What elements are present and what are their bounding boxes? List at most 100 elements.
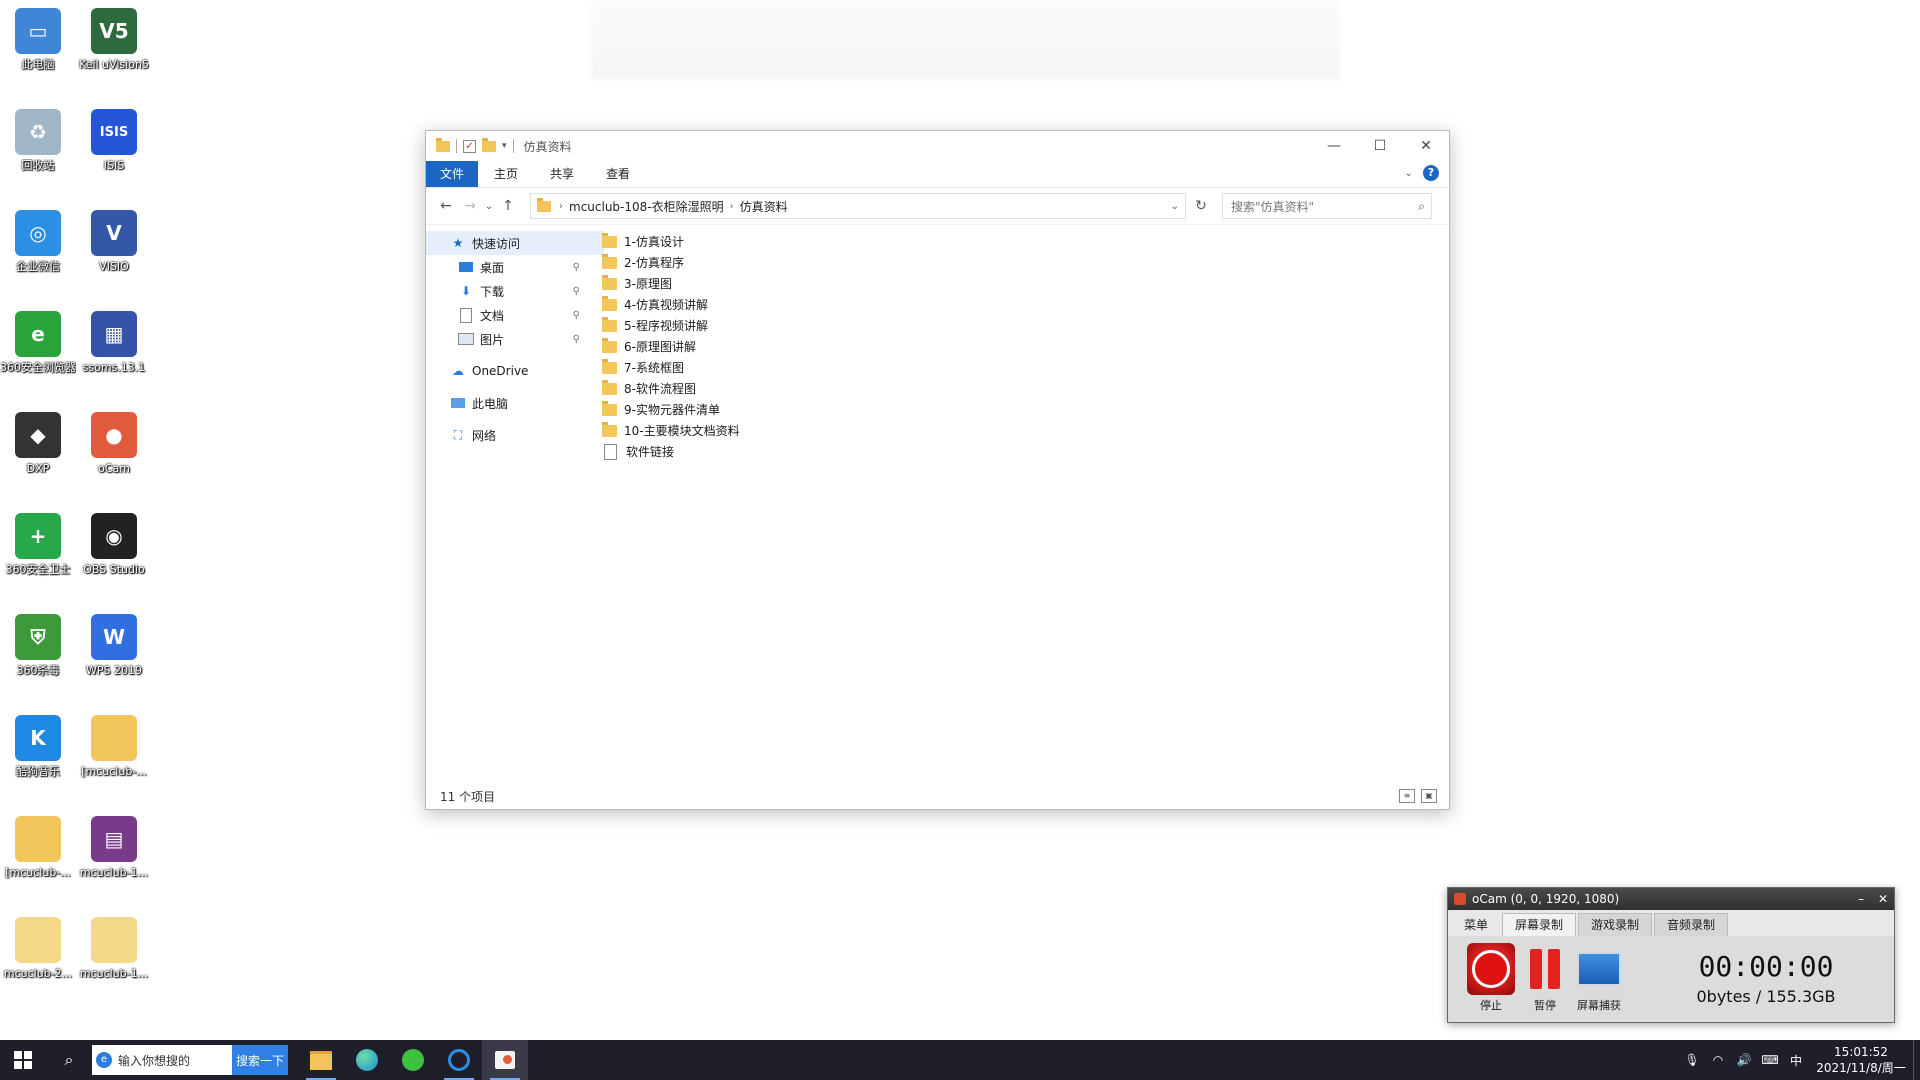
desktop-icon[interactable]: ▦ ssoms.13.1 <box>76 307 152 403</box>
nav-this-pc[interactable]: 此电脑 <box>426 391 586 415</box>
chevron-right-icon[interactable]: › <box>559 201 563 212</box>
nav-quick-access[interactable]: ★ 快速访问 <box>426 231 604 255</box>
file-row[interactable]: 1-仿真设计 <box>602 231 1449 252</box>
ocam-window[interactable]: oCam (0, 0, 1920, 1080) – ✕ 菜单 屏幕录制 游戏录制… <box>1447 887 1895 1023</box>
breadcrumb-current[interactable]: 仿真资料 <box>740 198 788 215</box>
close-button[interactable]: ✕ <box>1403 131 1449 161</box>
properties-icon[interactable]: ✓ <box>463 139 476 153</box>
nav-network[interactable]: ⛶ 网络 <box>426 423 586 447</box>
breadcrumb-parent[interactable]: mcuclub-108-衣柜除湿照明 <box>569 198 724 215</box>
pin-icon[interactable]: ⚲ <box>573 334 580 345</box>
desktop-icon[interactable]: mcuclub-2... <box>0 913 76 1009</box>
desktop-icon[interactable]: ⛨ 360杀毒 <box>0 610 76 706</box>
search-input[interactable]: 搜索"仿真资料" ⌕ <box>1222 193 1432 219</box>
tab-home[interactable]: 主页 <box>478 161 534 187</box>
pause-button[interactable]: 暂停 <box>1518 943 1572 1013</box>
file-row[interactable]: 10-主要模块文档资料 <box>602 420 1449 441</box>
nav-desktop[interactable]: 桌面 ⚲ <box>426 255 586 279</box>
refresh-icon[interactable]: ↻ <box>1186 198 1216 214</box>
ocam-taskbar-icon[interactable] <box>482 1040 528 1080</box>
desktop-icon[interactable]: ▤ mcuclub-1... <box>76 812 152 908</box>
maximize-button[interactable]: ☐ <box>1357 131 1403 161</box>
desktop-icon[interactable]: ▭ 此电脑 <box>0 4 76 100</box>
desktop-icon[interactable]: e 360安全浏览器 <box>0 307 76 403</box>
details-view-icon[interactable]: ≡ <box>1399 789 1415 803</box>
nav-documents[interactable]: 文档 ⚲ <box>426 303 586 327</box>
screen-capture-button[interactable]: 屏幕捕获 <box>1572 943 1626 1013</box>
desktop-icon[interactable]: ◆ DXP <box>0 408 76 504</box>
desktop-icon[interactable]: ISIS ISIS <box>76 105 152 201</box>
pin-icon[interactable]: ⚲ <box>573 310 580 321</box>
help-icon[interactable]: ? <box>1423 165 1439 181</box>
title-bar[interactable]: ✓ ▾ 仿真资料 — ☐ ✕ <box>426 131 1449 161</box>
taskbar-search-input[interactable]: e 输入你想搜的 <box>92 1045 232 1075</box>
tab-file[interactable]: 文件 <box>426 161 479 187</box>
tab-menu[interactable]: 菜单 <box>1452 914 1500 936</box>
new-folder-icon[interactable] <box>482 137 496 152</box>
address-bar[interactable]: › mcuclub-108-衣柜除湿照明 › 仿真资料 ⌄ <box>530 193 1186 219</box>
recent-locations-icon[interactable]: ⌄ <box>482 201 496 212</box>
wecom-taskbar-icon[interactable] <box>436 1040 482 1080</box>
search-icon[interactable]: ⌕ <box>1418 199 1425 214</box>
stop-button[interactable]: 停止 <box>1464 943 1518 1013</box>
large-icons-view-icon[interactable]: ▣ <box>1421 789 1437 803</box>
back-icon[interactable]: ← <box>434 198 458 214</box>
search-go-button[interactable]: 搜索一下 <box>232 1045 288 1075</box>
nav-downloads[interactable]: ⬇ 下载 ⚲ <box>426 279 586 303</box>
file-row[interactable]: 软件链接 <box>602 441 1449 462</box>
ocam-title-bar[interactable]: oCam (0, 0, 1920, 1080) – ✕ <box>1448 888 1894 910</box>
tab-game-recording[interactable]: 游戏录制 <box>1578 913 1653 936</box>
desktop-icon[interactable]: K 酷狗音乐 <box>0 711 76 807</box>
clock[interactable]: 15:01:52 2021/11/8/周一 <box>1809 1044 1913 1076</box>
file-row[interactable]: 2-仿真程序 <box>602 252 1449 273</box>
chevron-down-icon[interactable]: ⌄ <box>1171 201 1179 212</box>
file-explorer-taskbar-icon[interactable] <box>298 1040 344 1080</box>
tab-screen-recording[interactable]: 屏幕录制 <box>1502 913 1577 936</box>
search-icon[interactable]: ⌕ <box>46 1040 92 1080</box>
nav-label: 快速访问 <box>472 236 521 251</box>
tab-audio-recording[interactable]: 音频录制 <box>1654 913 1729 936</box>
desktop-icon[interactable]: ◎ 企业微信 <box>0 206 76 302</box>
nav-pictures[interactable]: 图片 ⚲ <box>426 327 586 351</box>
file-row[interactable]: 3-原理图 <box>602 273 1449 294</box>
file-row[interactable]: 6-原理图讲解 <box>602 336 1449 357</box>
minimize-button[interactable]: — <box>1311 131 1357 161</box>
up-icon[interactable]: ↑ <box>496 198 520 214</box>
customize-toolbar-icon[interactable]: ▾ <box>502 141 507 151</box>
volume-icon[interactable]: 🔊 <box>1731 1053 1757 1067</box>
nav-onedrive[interactable]: ☁ OneDrive <box>426 359 586 383</box>
chevron-right-icon[interactable]: › <box>730 201 734 212</box>
forward-icon[interactable]: → <box>458 198 482 214</box>
microphone-icon[interactable]: 🎙 <box>1679 1053 1705 1067</box>
file-row[interactable]: 7-系统框图 <box>602 357 1449 378</box>
desktop-icon[interactable]: V5 Keil uVision5 <box>76 4 152 100</box>
file-row[interactable]: 9-实物元器件清单 <box>602 399 1449 420</box>
edge-taskbar-icon[interactable] <box>344 1040 390 1080</box>
desktop-icon[interactable]: V VISIO <box>76 206 152 302</box>
file-row[interactable]: 5-程序视频讲解 <box>602 315 1449 336</box>
file-explorer-window[interactable]: ✓ ▾ 仿真资料 — ☐ ✕ 文件 主页 共享 查看 ⌄ ? ← → ⌄ ↑ ›… <box>425 130 1450 810</box>
desktop-icon[interactable]: +360安全卫士 <box>0 509 76 605</box>
expand-ribbon-icon[interactable]: ⌄ <box>1405 168 1413 179</box>
desktop-icon[interactable]: [mcuclub-... <box>0 812 76 908</box>
desktop-icon[interactable]: ♻ 回收站 <box>0 105 76 201</box>
keyboard-icon[interactable]: ⌨ <box>1757 1053 1783 1067</box>
browser-360-taskbar-icon[interactable] <box>390 1040 436 1080</box>
start-button[interactable] <box>0 1040 46 1080</box>
show-desktop-button[interactable] <box>1913 1040 1920 1080</box>
file-row[interactable]: 8-软件流程图 <box>602 378 1449 399</box>
pin-icon[interactable]: ⚲ <box>573 262 580 273</box>
tab-view[interactable]: 查看 <box>590 161 646 187</box>
pin-icon[interactable]: ⚲ <box>573 286 580 297</box>
desktop-icon[interactable]: ◉ OBS Studio <box>76 509 152 605</box>
tab-share[interactable]: 共享 <box>534 161 590 187</box>
desktop-icon[interactable]: ● oCam <box>76 408 152 504</box>
file-row[interactable]: 4-仿真视频讲解 <box>602 294 1449 315</box>
desktop-icon[interactable]: [mcuclub-... <box>76 711 152 807</box>
minimize-button[interactable]: – <box>1858 892 1864 906</box>
network-icon[interactable]: ◠ <box>1705 1053 1731 1067</box>
desktop-icon[interactable]: mcuclub-1... <box>76 913 152 1009</box>
ime-indicator[interactable]: 中 <box>1783 1052 1809 1069</box>
close-button[interactable]: ✕ <box>1878 892 1888 906</box>
desktop-icon[interactable]: W WPS 2019 <box>76 610 152 706</box>
